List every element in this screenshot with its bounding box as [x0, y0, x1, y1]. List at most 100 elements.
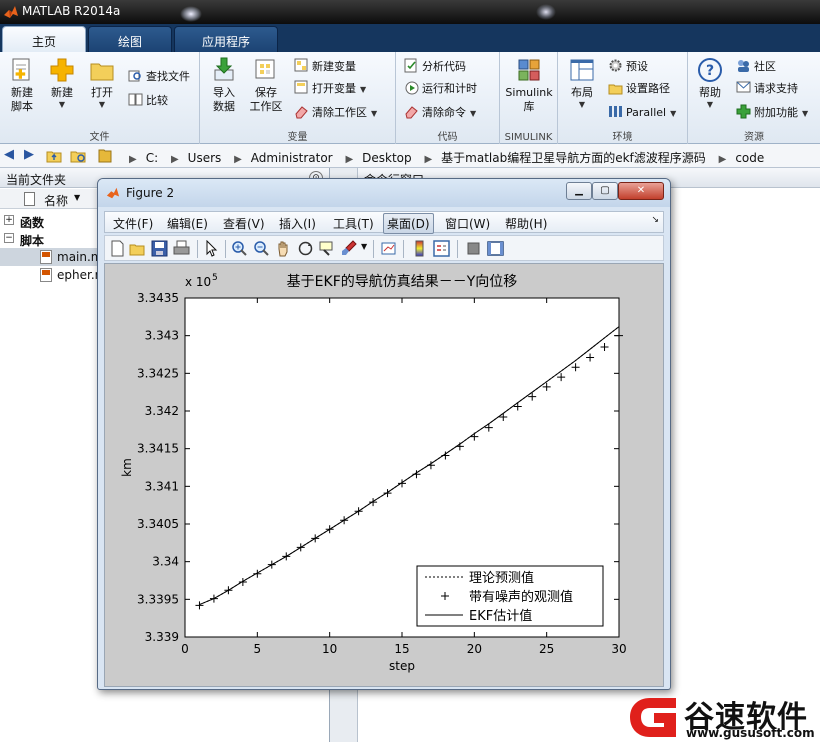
run-and-time-button[interactable]: 运行和计时	[404, 80, 477, 98]
open-file-icon[interactable]	[129, 240, 146, 257]
menu-edit[interactable]: 编辑(E)	[167, 215, 208, 232]
x-tick-label: 25	[539, 642, 554, 656]
simulink-library-button[interactable]: Simulink 库	[502, 56, 556, 114]
tab-apps[interactable]: 应用程序	[174, 26, 278, 52]
file-type-column-icon	[24, 192, 35, 206]
toolbar-separator	[225, 240, 226, 258]
title-glare	[180, 6, 202, 22]
preferences-button[interactable]: 预设	[608, 58, 648, 76]
close-button[interactable]: ✕	[618, 182, 664, 200]
menu-insert[interactable]: 插入(I)	[279, 215, 316, 232]
breadcrumb-separator-icon: ▶	[718, 154, 727, 165]
x-tick-label: 0	[181, 642, 189, 656]
dropdown-arrow-icon[interactable]: ▼	[361, 242, 367, 251]
y-tick-label: 3.339	[145, 630, 179, 644]
tab-plots[interactable]: 绘图	[88, 26, 172, 52]
breadcrumb-item[interactable]: C:	[146, 151, 158, 165]
save-workspace-button[interactable]: 保存 工作区	[246, 56, 286, 114]
menu-desktop[interactable]: 桌面(D)	[383, 213, 434, 234]
compare-icon	[128, 93, 143, 106]
new-variable-button[interactable]: 新建变量	[294, 58, 356, 76]
set-path-button[interactable]: 设置路径	[608, 80, 670, 98]
y-tick-label: 3.34	[152, 555, 179, 569]
clear-workspace-button[interactable]: 清除工作区 ▼	[294, 104, 377, 122]
figure-canvas[interactable]: 0 5 10 15 20 25 30 3.339 3.3395 3.34 3.3405 3.341 3.…	[104, 263, 664, 687]
add-ons-button[interactable]: 附加功能 ▼	[736, 104, 808, 122]
pan-hand-icon[interactable]	[275, 240, 292, 257]
dock-arrow-icon[interactable]: ↘	[651, 215, 659, 225]
zoom-out-icon[interactable]	[253, 240, 270, 257]
community-button[interactable]: 社区	[736, 58, 776, 76]
dropdown-arrow-icon: ▼	[670, 109, 677, 118]
menu-view[interactable]: 查看(V)	[223, 215, 265, 232]
expand-icon[interactable]: +	[4, 215, 14, 225]
link-plot-icon[interactable]	[381, 240, 398, 257]
zoom-in-icon[interactable]	[231, 240, 248, 257]
collapse-icon[interactable]: −	[4, 233, 14, 243]
minimize-button[interactable]: ▁	[566, 182, 592, 200]
menu-tools[interactable]: 工具(T)	[333, 215, 374, 232]
insert-colorbar-icon[interactable]	[411, 240, 428, 257]
find-files-icon	[128, 70, 141, 82]
legend[interactable]: 理论预测值带有噪声的观测值 EKF估计值	[416, 565, 604, 627]
parallel-button[interactable]: Parallel ▼	[608, 104, 676, 122]
file-group: 新建 脚本 新建 ▼ 打开 ▼ 查找文件 比较 文件	[0, 52, 200, 144]
breadcrumb-item[interactable]: Desktop	[362, 151, 412, 165]
browse-folder-icon[interactable]	[70, 148, 86, 163]
run-and-time-icon	[405, 81, 419, 95]
data-cursor-icon[interactable]	[319, 240, 336, 257]
request-support-button[interactable]: 请求支持	[736, 80, 798, 98]
forward-arrow-icon[interactable]: ▶	[24, 147, 34, 162]
layout-button[interactable]: 布局 ▼	[562, 56, 602, 110]
toolbar-separator	[373, 240, 374, 258]
new-figure-icon[interactable]	[109, 240, 126, 257]
new-script-button[interactable]: 新建 脚本	[4, 56, 40, 114]
analyze-code-button[interactable]: 分析代码	[404, 58, 466, 76]
dropdown-arrow-icon: ▼	[706, 100, 714, 109]
hide-plot-tools-icon[interactable]	[465, 240, 482, 257]
import-data-button[interactable]: 导入 数据	[206, 56, 242, 114]
menu-file[interactable]: 文件(F)	[113, 215, 153, 232]
environment-group: 布局 ▼ 预设 设置路径 Parallel ▼ 环境	[558, 52, 688, 144]
code-group: 分析代码 运行和计时 清除命令 ▼ 代码	[396, 52, 500, 144]
open-button[interactable]: 打开 ▼	[84, 56, 120, 110]
tab-home[interactable]: 主页	[2, 26, 86, 52]
menu-help[interactable]: 帮助(H)	[505, 215, 547, 232]
chart-title: 基于EKF的导航仿真结果－－Y向位移	[287, 273, 518, 290]
insert-legend-icon[interactable]	[433, 240, 450, 257]
clear-commands-button[interactable]: 清除命令 ▼	[404, 104, 476, 122]
back-arrow-icon[interactable]: ◀	[4, 147, 14, 162]
gususoft-logo-icon	[630, 698, 676, 737]
svg-text:?: ?	[706, 63, 714, 79]
figure-title-bar[interactable]: Figure 2 ▁ ▢ ✕	[98, 179, 670, 207]
maximize-button[interactable]: ▢	[592, 182, 618, 200]
brush-icon[interactable]	[341, 240, 358, 257]
breadcrumb-item[interactable]: Users	[188, 151, 222, 165]
save-icon[interactable]	[151, 240, 168, 257]
x-tick-label: 20	[467, 642, 482, 656]
compare-button[interactable]: 比较	[128, 92, 168, 110]
up-folder-icon[interactable]	[46, 148, 62, 163]
help-icon: ?	[698, 58, 722, 82]
show-plot-tools-icon[interactable]	[487, 240, 504, 257]
community-icon	[738, 60, 749, 72]
dropdown-arrow-icon: ▼	[578, 100, 586, 109]
find-files-button[interactable]: 查找文件	[128, 68, 190, 86]
eraser-icon	[295, 106, 308, 119]
new-button[interactable]: 新建 ▼	[44, 56, 80, 110]
y-tick-label: 3.3425	[137, 366, 179, 380]
breadcrumb-item[interactable]: code	[735, 151, 764, 165]
help-button[interactable]: ? 帮助 ▼	[692, 56, 728, 110]
matlab-title-bar: MATLAB R2014a	[0, 0, 820, 24]
rotate-3d-icon[interactable]	[297, 240, 314, 257]
print-icon[interactable]	[173, 240, 190, 257]
menu-window[interactable]: 窗口(W)	[445, 215, 490, 232]
breadcrumb-item[interactable]: Administrator	[251, 151, 333, 165]
edit-plot-arrow-icon[interactable]	[203, 240, 220, 257]
current-folder-title: 当前文件夹	[6, 173, 67, 187]
breadcrumb-item[interactable]: 基于matlab编程卫星导航方面的ekf滤波程序源码	[441, 151, 706, 165]
legend-entry-label: 带有噪声的观测值	[469, 589, 573, 605]
open-variable-button[interactable]: 打开变量 ▼	[294, 80, 366, 98]
section-label: 脚本	[20, 234, 45, 248]
import-data-icon	[214, 57, 234, 81]
